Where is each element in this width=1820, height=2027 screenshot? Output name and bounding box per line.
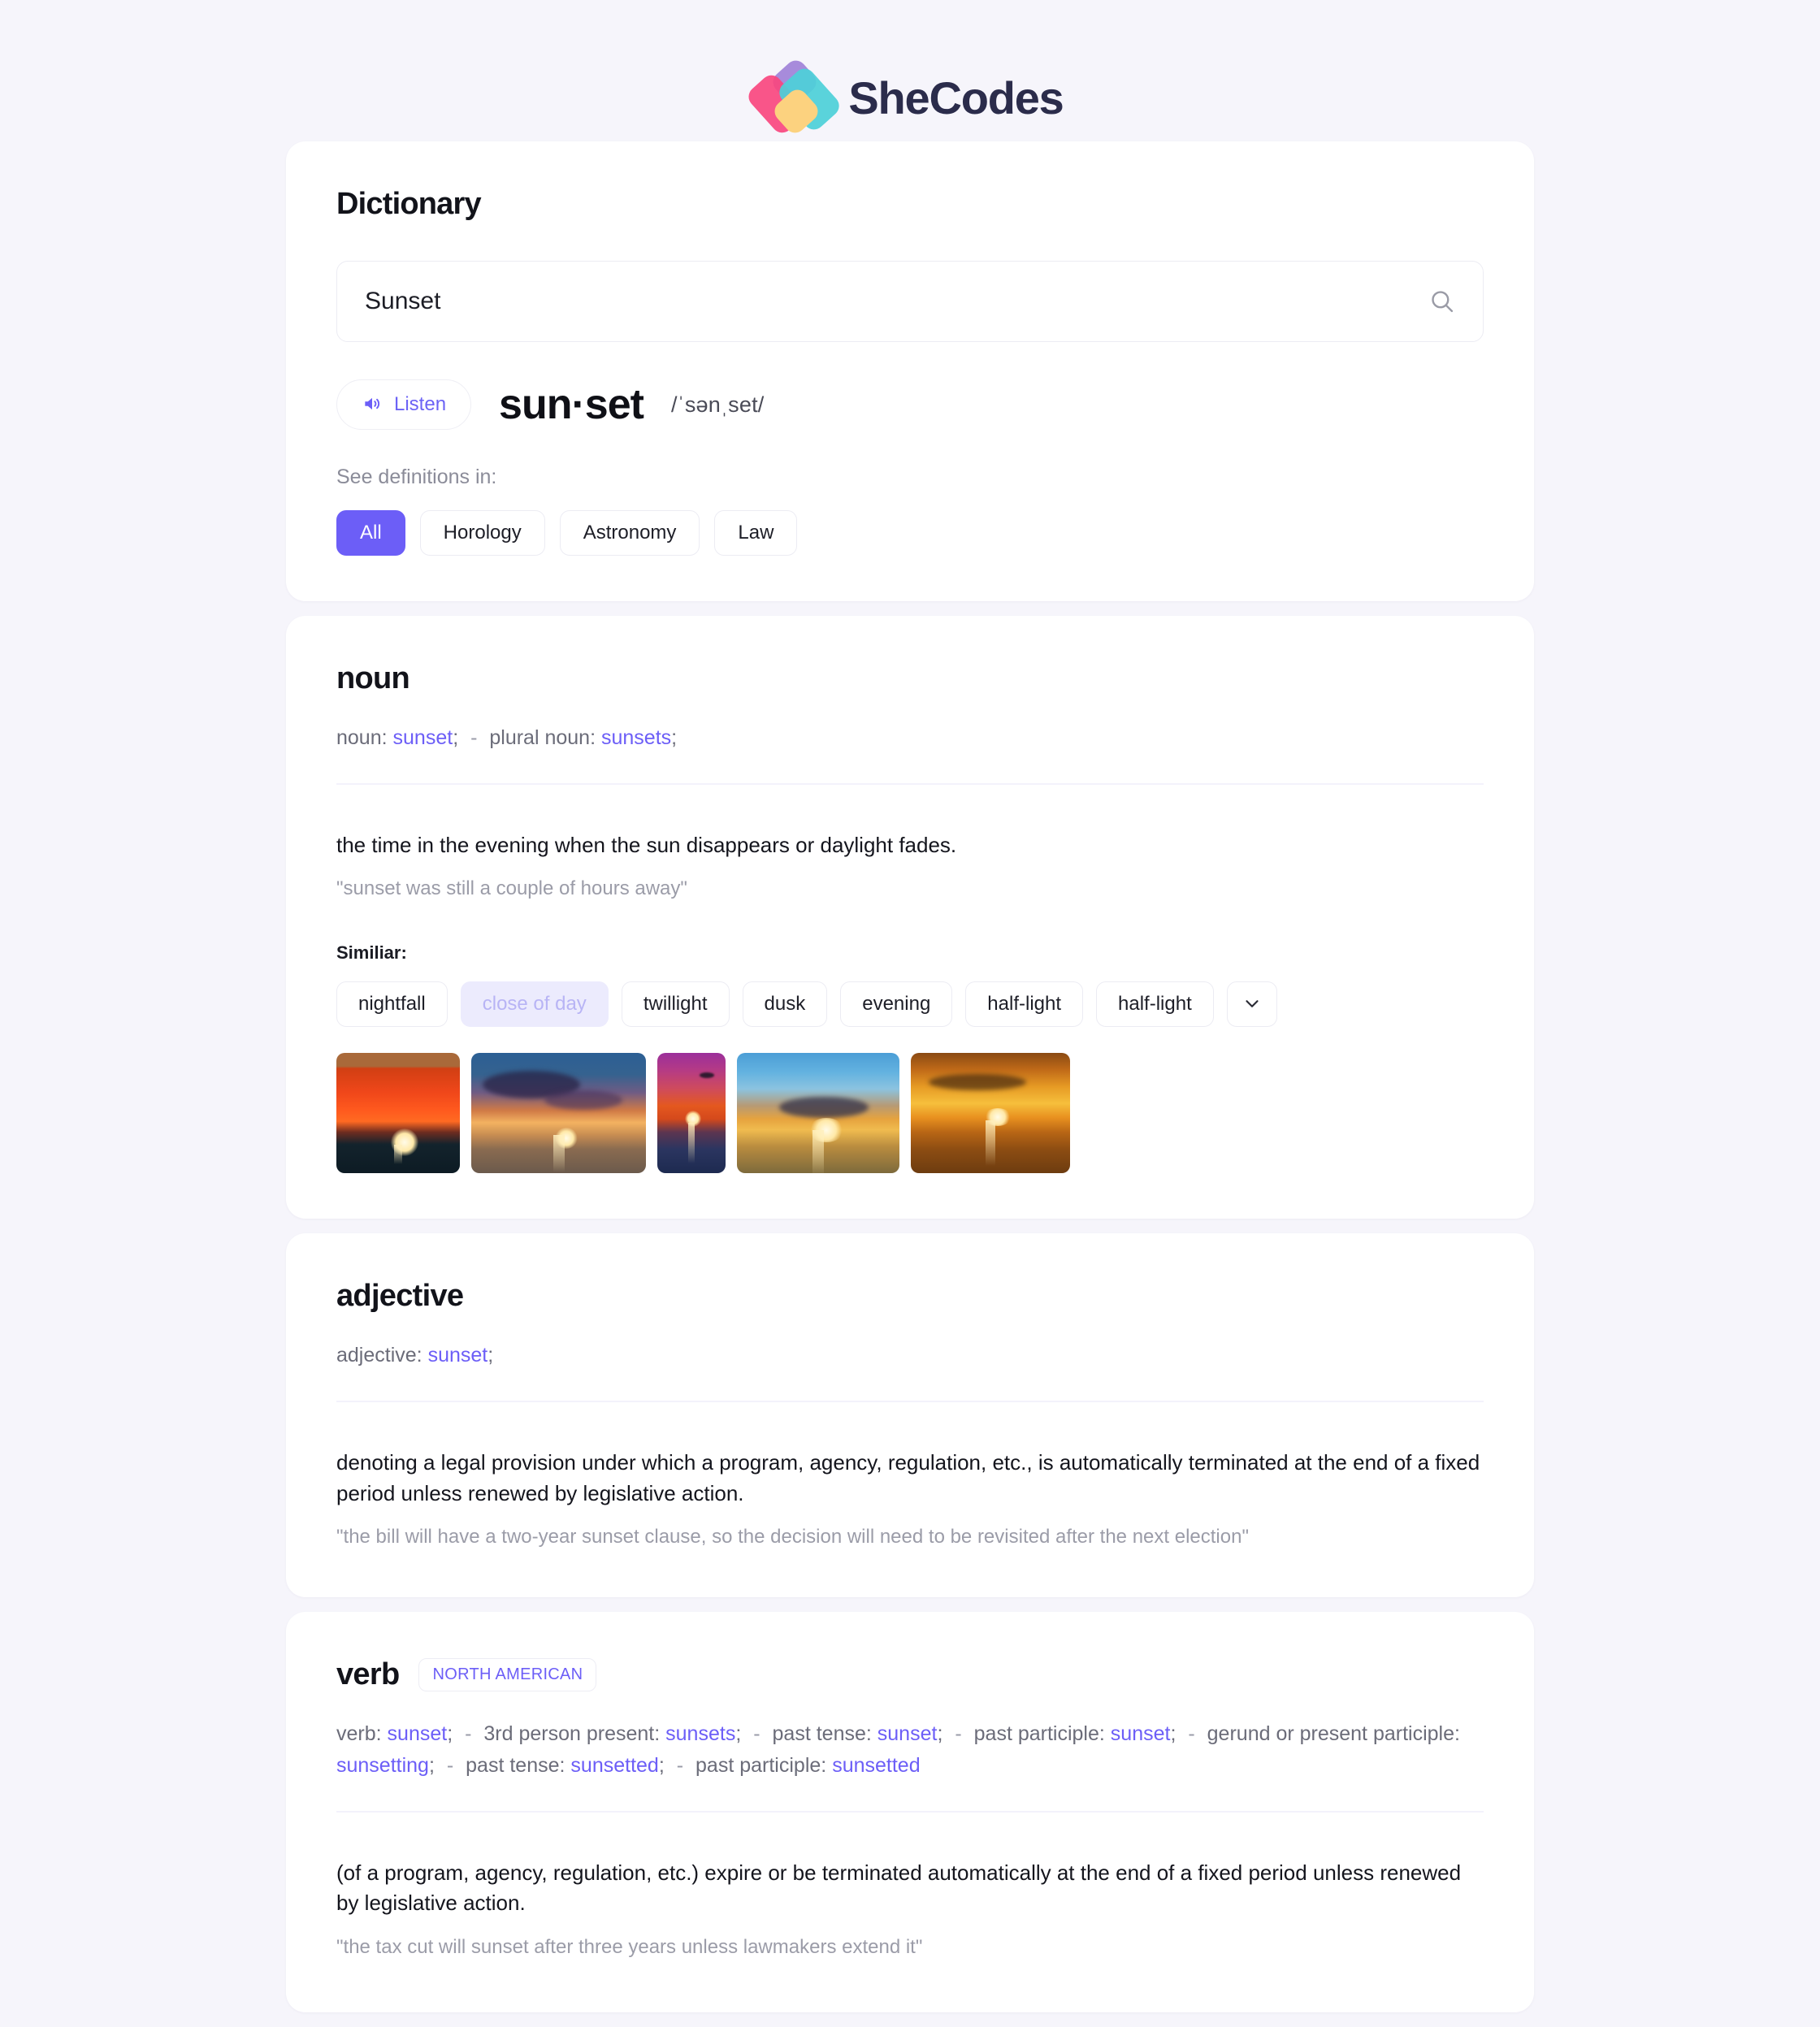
definition-block: denoting a legal provision under which a… <box>336 1448 1484 1552</box>
form-label: gerund or present participle: <box>1207 1722 1460 1746</box>
part-of-speech-name: verb <box>336 1657 400 1692</box>
phonetic-transcription: /ˈsənˌset/ <box>670 392 765 417</box>
page-title: Dictionary <box>336 187 482 221</box>
definition-example: "the bill will have a two-year sunset cl… <box>336 1526 1249 1548</box>
brand-logo[interactable]: SheCodes <box>744 56 1064 137</box>
divider <box>336 782 1484 785</box>
entry-card-noun: noun noun: sunset; - plural noun: sunset… <box>286 616 1534 1219</box>
form-value[interactable]: sunsets <box>665 1722 735 1745</box>
definition-text: (of a program, agency, regulation, etc.)… <box>336 1860 1462 1916</box>
page-root: SheCodes Dictionary Sunset Listen sun·se… <box>0 0 1820 2027</box>
part-of-speech-name: noun <box>336 661 410 695</box>
filter-chip-law[interactable]: Law <box>714 510 798 556</box>
sunset-photo-3[interactable] <box>657 1053 726 1174</box>
form-label: past tense: <box>466 1753 566 1777</box>
form-label: past participle: <box>973 1722 1105 1746</box>
part-of-speech-header: noun <box>336 661 1484 696</box>
filter-chip-astronomy[interactable]: Astronomy <box>559 510 700 556</box>
image-strip <box>336 1053 1484 1174</box>
sunset-photo-5[interactable] <box>911 1053 1070 1174</box>
synonym-chip[interactable]: twillight <box>621 981 730 1028</box>
similar-label: Similiar: <box>336 942 407 964</box>
form-value[interactable]: sunset <box>428 1344 488 1366</box>
entry-card-adjective: adjective adjective: sunset; denoting a … <box>286 1233 1534 1598</box>
sunset-photo-1[interactable] <box>336 1053 460 1174</box>
region-badge: NORTH AMERICAN <box>418 1658 597 1692</box>
site-header: SheCodes <box>0 54 1820 141</box>
see-definitions-label: See definitions in: <box>336 466 497 488</box>
part-of-speech-header: verb NORTH AMERICAN <box>336 1657 1484 1692</box>
form-value[interactable]: sunset <box>388 1722 448 1745</box>
synonym-chip[interactable]: half-light <box>1096 981 1214 1028</box>
form-label: adjective: <box>336 1344 422 1367</box>
sunset-photo-4[interactable] <box>737 1053 899 1174</box>
pronunciation-row: Listen sun·set /ˈsənˌset/ <box>336 379 1484 430</box>
form-label: 3rd person present: <box>483 1722 661 1746</box>
form-label: past tense: <box>772 1722 872 1746</box>
word-forms-noun: noun: sunset; - plural noun: sunsets; <box>336 726 678 749</box>
category-filter-row: All Horology Astronomy Law <box>336 510 1484 556</box>
divider <box>336 1400 1484 1402</box>
form-value[interactable]: sunsets <box>601 726 671 749</box>
filter-chip-all[interactable]: All <box>336 510 405 556</box>
synonym-chip[interactable]: dusk <box>742 981 828 1028</box>
search-input[interactable] <box>336 261 1484 342</box>
form-label: past participle: <box>696 1753 827 1777</box>
listen-button[interactable]: Listen <box>336 379 472 430</box>
form-label: plural noun: <box>489 726 596 749</box>
filter-chip-horology[interactable]: Horology <box>419 510 545 556</box>
definition-example: "sunset was still a couple of hours away… <box>336 877 687 900</box>
synonym-chip[interactable]: evening <box>840 981 953 1028</box>
definition-text: denoting a legal provision under which a… <box>336 1449 1480 1505</box>
definition-block: the time in the evening when the sun dis… <box>336 830 1484 1174</box>
divider <box>336 1810 1484 1813</box>
word-forms-verb: verb: sunset; - 3rd person present: suns… <box>336 1722 1460 1777</box>
form-value[interactable]: sunset <box>878 1722 938 1745</box>
form-value[interactable]: sunsetted <box>832 1754 920 1777</box>
synonym-chip[interactable]: close of day <box>460 981 609 1028</box>
form-value[interactable]: sunsetted <box>570 1754 658 1777</box>
word-forms-adjective: adjective: sunset; <box>336 1344 494 1367</box>
form-value[interactable]: sunsetting <box>336 1754 429 1777</box>
speaker-icon <box>362 393 383 417</box>
chevron-down-icon <box>1242 993 1263 1016</box>
word-syllables: sun·set <box>499 381 644 428</box>
synonym-row: nightfall close of day twillight dusk ev… <box>336 981 1484 1028</box>
definition-example: "the tax cut will sunset after three yea… <box>336 1936 923 1959</box>
search-field-wrapper <box>336 261 1484 342</box>
form-value[interactable]: sunset <box>1111 1722 1171 1745</box>
form-label: verb: <box>336 1722 382 1746</box>
dictionary-card: Dictionary Sunset Listen sun·set /ˈsənˌs… <box>286 141 1534 601</box>
form-value[interactable]: sunset <box>393 726 453 749</box>
form-label: noun: <box>336 726 388 749</box>
listen-label: Listen <box>394 393 447 415</box>
definition-block: (of a program, agency, regulation, etc.)… <box>336 1858 1484 1962</box>
brand-name: SheCodes <box>848 71 1064 123</box>
sunset-photo-2[interactable] <box>471 1053 646 1174</box>
part-of-speech-header: adjective <box>336 1279 1484 1314</box>
definition-text: the time in the evening when the sun dis… <box>336 832 957 857</box>
synonym-chip[interactable]: nightfall <box>336 981 448 1028</box>
entry-card-verb: verb NORTH AMERICAN verb: sunset; - 3rd … <box>286 1612 1534 2012</box>
part-of-speech-name: adjective <box>336 1279 464 1314</box>
shecodes-logo-icon <box>744 56 844 137</box>
synonym-chip[interactable]: half-light <box>965 981 1084 1028</box>
show-more-synonyms-button[interactable] <box>1226 981 1277 1028</box>
